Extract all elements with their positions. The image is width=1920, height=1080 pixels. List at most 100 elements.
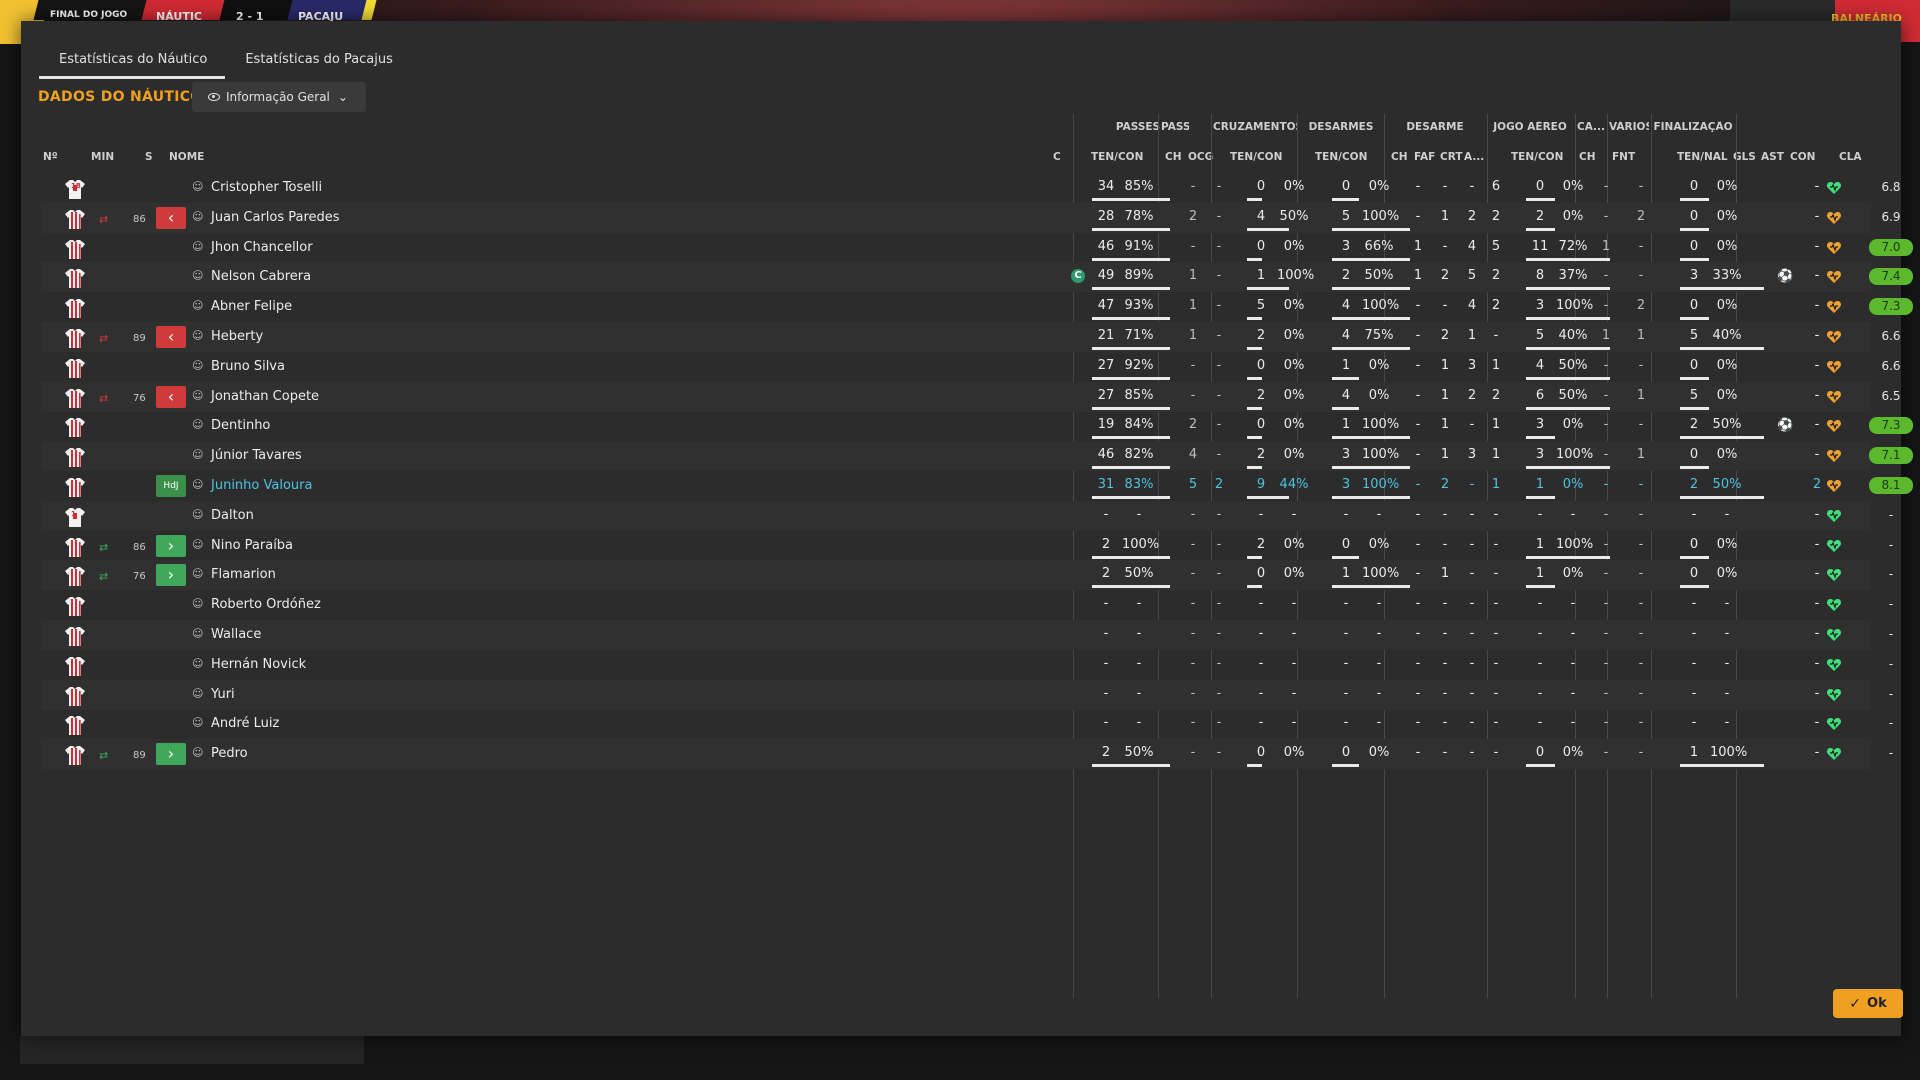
stat-value: - xyxy=(1537,715,1543,731)
stat-value: 1 xyxy=(1256,268,1266,284)
ok-button[interactable]: ✓ Ok xyxy=(1833,989,1903,1018)
table-row[interactable]: ⇄ 76 ‹ ☺ Jonathan Copete 27 85% - -2 0% 4 0% -1 2 2 6 50… xyxy=(41,381,1901,412)
table-row[interactable]: ☺ Jhon Chancellor 46 91% - - 0 0% 3 66% 1 - 4 5 11 72% 1… xyxy=(41,233,1913,263)
player-name[interactable]: Bruno Silva xyxy=(211,359,285,374)
column-header[interactable]: Nº xyxy=(43,151,58,163)
rating-badge: 6.8 xyxy=(1881,180,1901,194)
table-row[interactable]: ☺ Wallace - - - - - - - - - - - - - - - - - - - - xyxy=(41,620,1893,650)
stat-value: 11 xyxy=(1531,238,1549,254)
column-header[interactable]: TEN/CON xyxy=(1230,151,1282,163)
stat-value: - xyxy=(1691,596,1697,612)
sub-minute: 89 xyxy=(133,750,146,762)
player-name[interactable]: Flamarion xyxy=(211,567,276,582)
tab-nautico-stats[interactable]: Estatísticas do Náutico xyxy=(39,49,226,79)
assists-cell: - xyxy=(1814,447,1820,463)
column-header[interactable]: S xyxy=(145,151,153,163)
player-name[interactable]: André Luiz xyxy=(211,716,279,731)
column-header[interactable]: TEN/CON xyxy=(1315,151,1367,163)
stat-percent: 0% xyxy=(1716,447,1738,463)
column-header[interactable]: FAF xyxy=(1414,151,1435,163)
stat-value: 47 xyxy=(1097,298,1115,314)
player-name[interactable]: Wallace xyxy=(211,627,261,642)
column-header[interactable]: CRT xyxy=(1440,151,1462,163)
column-header[interactable]: MIN xyxy=(91,151,114,163)
column-header[interactable]: CH xyxy=(1579,151,1596,163)
tab-pacajus-stats[interactable]: Estatísticas do Pacajus xyxy=(225,49,411,79)
player-name[interactable]: Cristopher Toselli xyxy=(211,180,322,195)
player-name[interactable]: Jonathan Copete xyxy=(211,389,319,404)
stat-bar xyxy=(1332,406,1359,410)
table-row[interactable]: ☺ Abner Felipe 47 93% 1-5 0% 4 100% - -4 2 3 100% -2 0… xyxy=(41,292,1913,322)
stat-percent: 50% xyxy=(1364,268,1394,284)
stat-percent: 0% xyxy=(1283,447,1305,463)
player-name[interactable]: Jhon Chancellor xyxy=(211,240,313,255)
column-header[interactable]: NOME xyxy=(169,151,204,163)
table-row[interactable]: ⇄ 76 › ☺ Flamarion 2 50% - -0 0% 1 100% -1- -1 0% - -0 0%… xyxy=(41,560,1893,591)
table-row[interactable]: ⇄ 89 › ☺ Pedro 2 50% - - 0 0% 0 0% - - - - 0 0% - - 1 100% - - xyxy=(41,739,1893,770)
stat-value: 3 xyxy=(1341,238,1351,254)
stat-bar xyxy=(1332,555,1359,559)
column-header[interactable]: A... xyxy=(1464,151,1484,163)
stat-value: 1 xyxy=(1341,566,1351,582)
player-name[interactable]: Juan Carlos Paredes xyxy=(211,210,340,225)
player-name[interactable]: Yuri xyxy=(211,687,235,702)
column-header[interactable]: AST xyxy=(1761,151,1784,163)
stat-percent: - xyxy=(1376,685,1382,701)
table-row[interactable]: ☺ Roberto Ordóñez - - - - - - - - - - - - - - - - - - - - xyxy=(41,590,1893,620)
table-row[interactable]: ☺ Júnior Tavares 46 82% 4-2 0% 3 100% -1 3 1 3 100% -… xyxy=(41,441,1913,472)
table-row[interactable]: ⇄ 89 ‹ ☺ Heberty 21 71% 1-2 0% 4 75% -2 1-5 40% 1 1 5 40%… xyxy=(41,322,1901,352)
column-header[interactable]: C xyxy=(1053,151,1061,163)
player-name[interactable]: Dentinho xyxy=(211,418,270,433)
stat-value: - xyxy=(1103,685,1109,701)
rating-badge: 6.6 xyxy=(1881,358,1901,373)
table-row[interactable]: ☺ Nelson Cabrera C 49 89% 1-1 100% 2 50% 1 2 5 2 8 37%… xyxy=(41,262,1913,293)
column-header[interactable]: CON xyxy=(1790,151,1815,163)
stat-bar xyxy=(1092,555,1170,559)
column-header[interactable]: FNT xyxy=(1612,151,1635,163)
table-row[interactable]: ☺ André Luiz - - - - - - - - - - - - - - - - - - - - xyxy=(41,709,1893,739)
table-row[interactable]: HdJ ☺ Juninho Valoura 31 83% 5 2 9 44% 3 100% -2-1 1… xyxy=(41,471,1913,501)
column-header[interactable]: OCG xyxy=(1188,151,1213,163)
morale-orange-icon xyxy=(1826,210,1842,226)
player-name[interactable]: Pedro xyxy=(211,746,248,761)
player-name[interactable]: Abner Felipe xyxy=(211,299,292,314)
column-header[interactable]: TEN/NAL xyxy=(1677,151,1728,163)
column-header[interactable]: CH xyxy=(1165,151,1182,163)
player-name[interactable]: Nelson Cabrera xyxy=(211,269,311,284)
stat-bar xyxy=(1332,585,1410,589)
stat-value: 46 xyxy=(1097,238,1115,254)
player-name[interactable]: Júnior Tavares xyxy=(211,448,302,463)
table-row[interactable]: ☺ Bruno Silva 27 92% - -0 0% 1 0% -1 3 1 4 50% - -0 0% -6… xyxy=(41,352,1901,382)
table-row[interactable]: ⇄ 86 ‹ ☺ Juan Carlos Paredes 28 78% 2-4 50% 5 100%… xyxy=(41,202,1901,233)
sub-minute: 86 xyxy=(133,541,146,553)
kit-icon xyxy=(64,685,86,707)
column-header[interactable]: CLA xyxy=(1839,151,1862,163)
player-name[interactable]: Nino Paraíba xyxy=(211,538,293,553)
table-row[interactable]: ☺ Dentinho 19 84% 2-0 0% 1 100% -1-1 3 0% - -2 50% ⚽ -7… xyxy=(41,411,1913,441)
player-name[interactable]: Roberto Ordóñez xyxy=(211,597,321,612)
stat-percent: 89% xyxy=(1124,268,1154,284)
column-header[interactable]: CH xyxy=(1391,151,1408,163)
stat-cell: 2 xyxy=(1636,298,1646,314)
table-row[interactable]: ⇄ 86 › ☺ Nino Paraíba 2 100% - -2 0% 0 0% - - - -1 100% -… xyxy=(41,531,1893,561)
stat-percent: 75% xyxy=(1364,328,1394,343)
stat-cell: - xyxy=(1442,655,1448,671)
player-name[interactable]: Juninho Valoura xyxy=(211,478,312,493)
player-name[interactable]: Heberty xyxy=(211,329,263,344)
stat-percent: 78% xyxy=(1124,208,1154,224)
table-row[interactable]: ☺ Hernán Novick - - - - - - - - - - - - - - - - - - - - xyxy=(41,650,1893,680)
stat-bar xyxy=(1526,287,1610,291)
stat-bar xyxy=(1092,227,1170,231)
rating-badge: - xyxy=(1888,567,1894,582)
table-row[interactable]: 18 ☺ Cristopher Toselli 34 85% - - 0 0% 0 0% - - - 6 0 0… xyxy=(41,173,1901,203)
kit-icon xyxy=(64,446,86,468)
view-dropdown[interactable]: Informação Geral ⌄ xyxy=(192,82,366,112)
player-name[interactable]: Dalton xyxy=(211,508,254,523)
column-header[interactable]: TEN/CON xyxy=(1511,151,1563,163)
player-name[interactable]: Hernán Novick xyxy=(211,657,306,672)
column-header[interactable]: TEN/CON xyxy=(1091,151,1143,163)
table-row[interactable]: 1 ☺ Dalton - - - - - - - - - - - - - - - - - - - - xyxy=(41,500,1893,531)
table-row[interactable]: ☺ Yuri - - - - - - - - - - - - - - - - - - - - xyxy=(41,679,1893,710)
sub-on-badge: › xyxy=(156,564,186,587)
stat-cell: - xyxy=(1415,417,1421,433)
